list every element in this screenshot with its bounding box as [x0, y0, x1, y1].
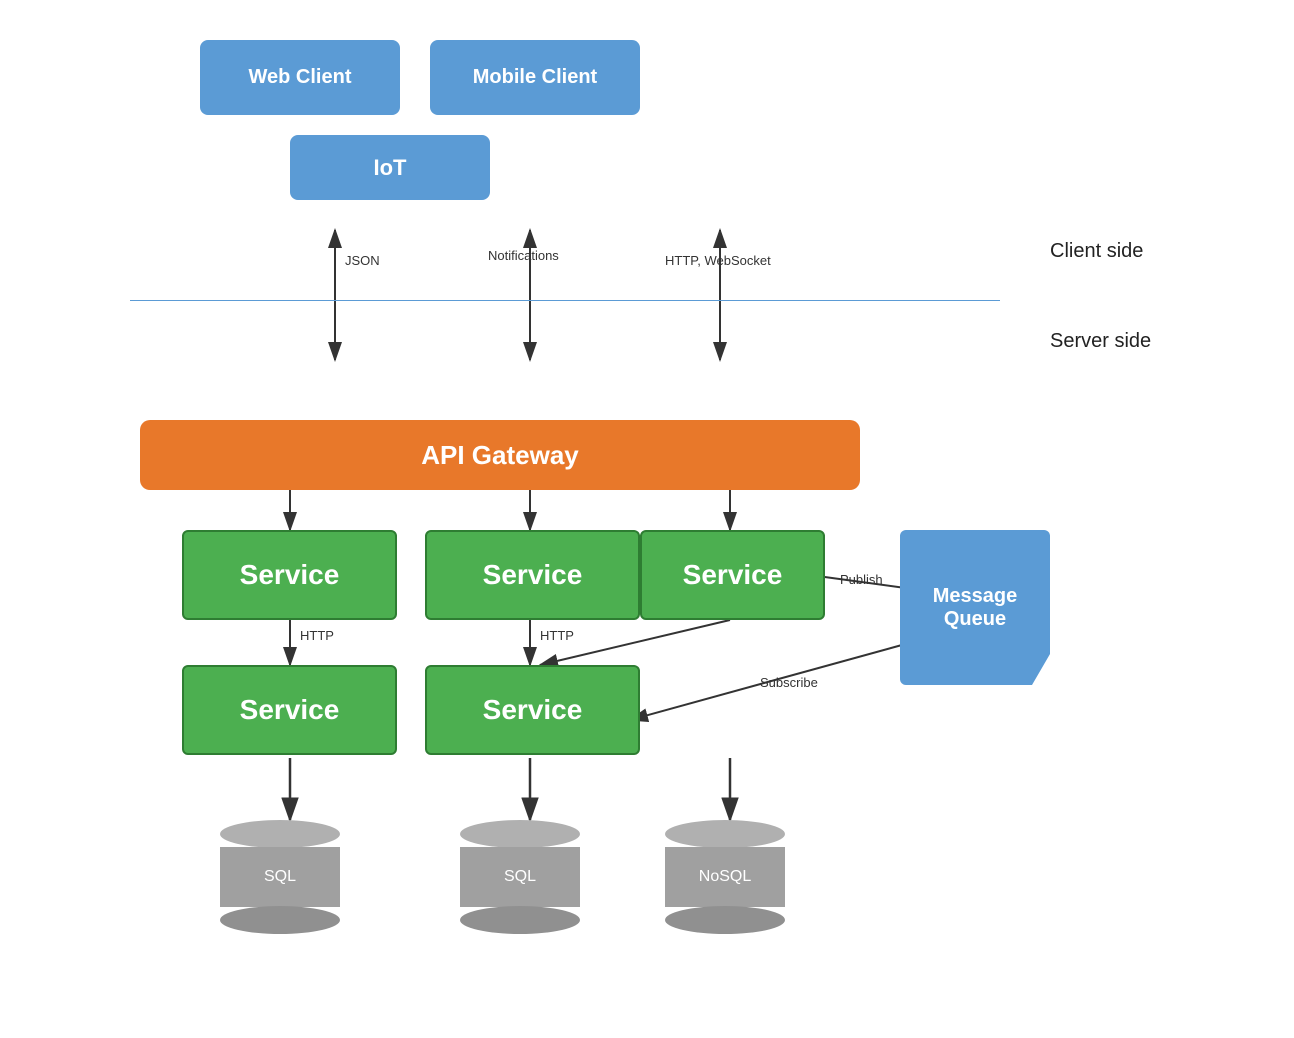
sql2-database: SQL — [460, 820, 580, 934]
architecture-diagram: Client side Server side Web Client Mobil… — [0, 0, 1294, 1038]
server-side-label: Server side — [1050, 330, 1151, 353]
http-label-1: HTTP — [300, 628, 334, 643]
db-top-sql2 — [460, 820, 580, 848]
client-side-label: Client side — [1050, 240, 1143, 263]
service2-box: Service — [425, 530, 640, 620]
db-top-sql1 — [220, 820, 340, 848]
http-label-2: HTTP — [540, 628, 574, 643]
db-body-sql2: SQL — [460, 847, 580, 907]
api-gateway-box: API Gateway — [140, 420, 860, 490]
http-websocket-label: HTTP, WebSocket — [665, 253, 771, 268]
db-top-nosql — [665, 820, 785, 848]
subscribe-label: Subscribe — [760, 675, 818, 690]
db-bottom-sql1 — [220, 906, 340, 934]
web-client-box: Web Client — [200, 40, 400, 115]
mobile-client-box: Mobile Client — [430, 40, 640, 115]
service5-box: Service — [425, 665, 640, 755]
db-bottom-sql2 — [460, 906, 580, 934]
db-bottom-nosql — [665, 906, 785, 934]
db-body-sql1: SQL — [220, 847, 340, 907]
service3-box: Service — [640, 530, 825, 620]
arrows-overlay — [0, 0, 1294, 1038]
notifications-label: Notifications — [488, 248, 559, 263]
message-queue-box: Message Queue — [900, 530, 1050, 685]
service1-box: Service — [182, 530, 397, 620]
client-server-divider — [130, 300, 1000, 301]
db-body-nosql: NoSQL — [665, 847, 785, 907]
service4-box: Service — [182, 665, 397, 755]
publish-label: Publish — [840, 572, 883, 587]
json-label: JSON — [345, 253, 380, 268]
iot-box: IoT — [290, 135, 490, 200]
nosql-database: NoSQL — [665, 820, 785, 934]
sql1-database: SQL — [220, 820, 340, 934]
